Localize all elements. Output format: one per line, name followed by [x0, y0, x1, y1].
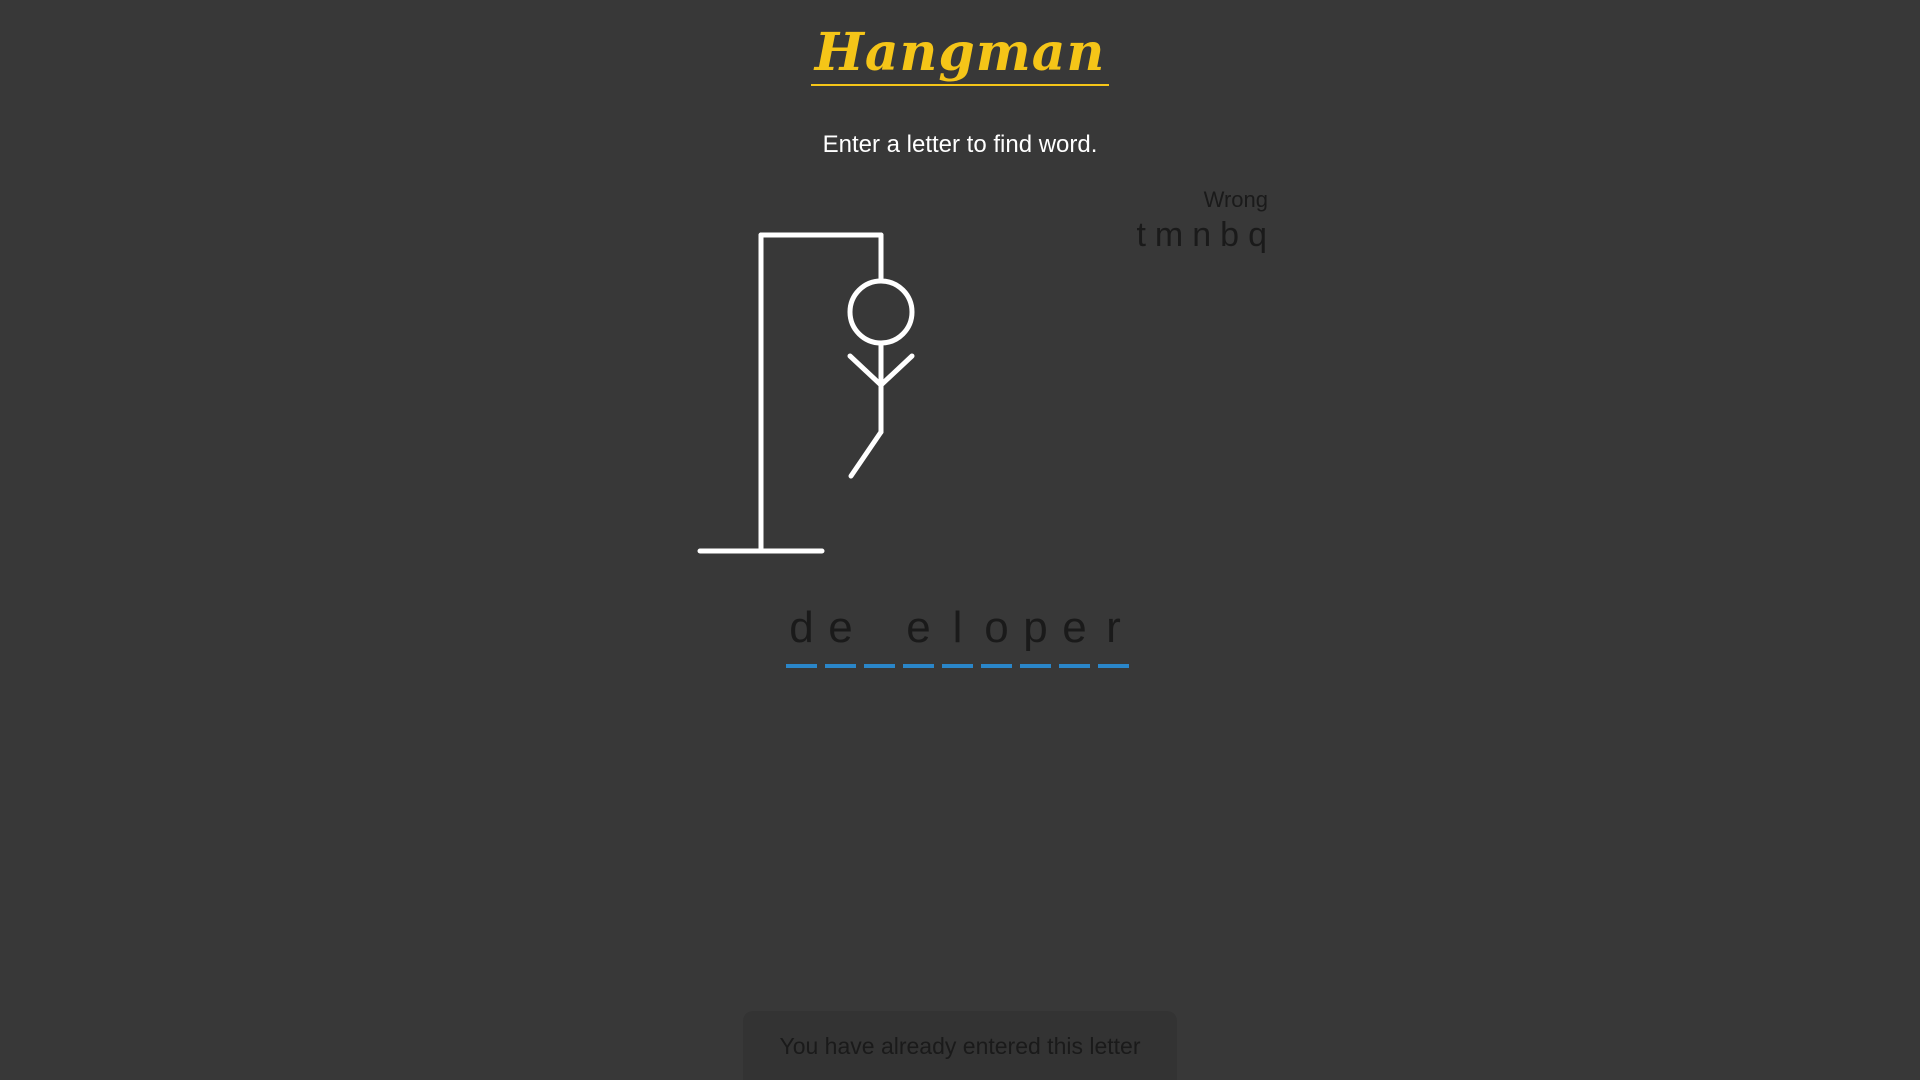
letter-slot: e [1059, 600, 1090, 668]
hangman-figure [697, 232, 915, 554]
wrong-letter: b [1220, 216, 1241, 254]
figure-right-arm [878, 353, 915, 388]
wrong-letter: m [1154, 216, 1185, 254]
letter-slot: o [981, 600, 1012, 668]
game-container: Hangman Enter a letter to find word. Wro… [0, 0, 1920, 1080]
wrong-letter: q [1248, 216, 1268, 254]
letter-slot: e [903, 600, 934, 668]
wrong-letter: t [1136, 216, 1147, 254]
letter-slot: r [1098, 600, 1129, 668]
figure-left-leg [848, 429, 884, 479]
letter-slot: l [942, 600, 973, 668]
wrong-letters-panel: Wrong tmnbq [1128, 186, 1268, 256]
figure-head [847, 278, 915, 346]
wrong-label: Wrong [1203, 187, 1268, 212]
figure-left-arm [847, 353, 884, 388]
letter-slot: d [786, 600, 817, 668]
word-display: d e e l o p e r [786, 600, 1129, 668]
wrong-letters-list: tmnbq [1128, 214, 1268, 256]
wrong-letter: n [1192, 216, 1213, 254]
letter-slot: p [1020, 600, 1051, 668]
notification-message: You have already entered this letter [779, 1033, 1141, 1059]
letter-slot: e [825, 600, 856, 668]
letter-slot [864, 600, 895, 668]
notification-toast: You have already entered this letter [743, 1011, 1177, 1080]
